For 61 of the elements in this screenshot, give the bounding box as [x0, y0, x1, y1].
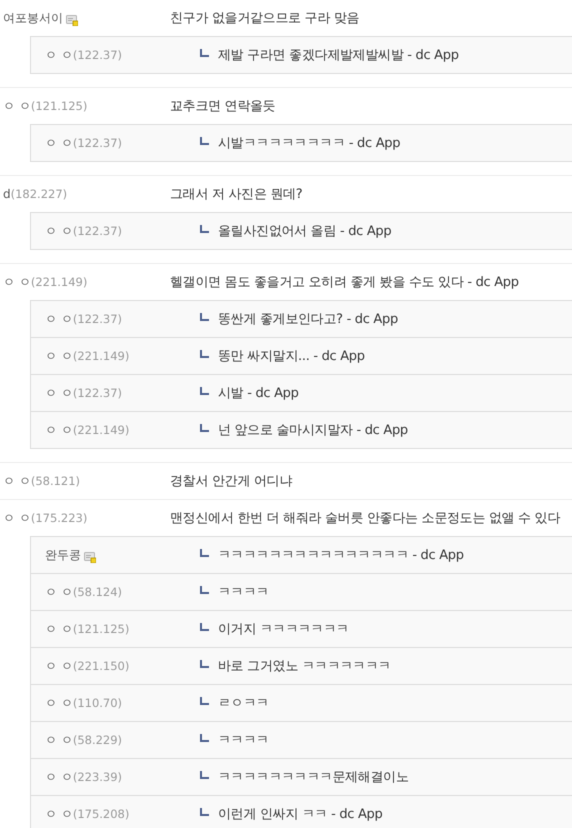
ip-address: (221.149): [72, 349, 130, 363]
ip-address: (110.70): [72, 696, 122, 710]
ip-address: (223.39): [72, 770, 122, 784]
author-nickname: 여포봉서이: [3, 10, 63, 26]
reply-text: ㅋㅋㅋㅋㅋㅋㅋㅋㅋㅋㅋㅋㅋㅋㅋ - dc App: [218, 547, 464, 564]
ip-address: (58.121): [30, 474, 80, 488]
comment-text: 맨정신에서 한번 더 해줘라 술버릇 안좋다는 소문정도는 없앨 수 있다: [170, 510, 560, 527]
author-nickname: ㅇ ㅇ: [45, 806, 73, 822]
reply-text: 올릴사진없어서 올림 - dc App: [218, 223, 392, 240]
comment-text: 경찰서 안간게 어디냐: [170, 473, 292, 490]
ip-address: (122.37): [72, 48, 122, 62]
ip-address: (122.37): [72, 136, 122, 150]
comment-text: 헬갤이면 몸도 좋을거고 오히려 좋게 봤을 수도 있다 - dc App: [170, 274, 519, 291]
comment-text: 친구가 없을거같으므로 구라 맞음: [170, 10, 360, 27]
reply-text: ㅋㅋㅋㅋㅋㅋㅋㅋㅋ문제해결이노: [218, 769, 409, 786]
ip-address: (121.125): [72, 622, 130, 636]
author-nickname: ㅇ ㅇ: [3, 98, 31, 114]
ip-address: (221.150): [72, 659, 130, 673]
ip-address: (221.149): [72, 423, 130, 437]
author-nickname: ㅇ ㅇ: [3, 472, 31, 490]
ip-address: (122.37): [72, 224, 122, 238]
author-nickname: ㅇ ㅇ: [45, 384, 73, 402]
reply-text: ㅋㅋㅋㅋ: [218, 732, 269, 749]
ip-address: (175.223): [30, 511, 88, 525]
author-nickname: ㅇ ㅇ: [45, 658, 73, 674]
comment-text: 꾜추크면 연락올듯: [170, 98, 276, 115]
ip-address: (122.37): [72, 386, 122, 400]
reply-text: 바로 그거였노 ㅋㅋㅋㅋㅋㅋㅋ: [218, 658, 391, 675]
ip-address: (175.208): [72, 807, 130, 821]
author-nickname: ㅇ ㅇ: [45, 310, 73, 328]
reply-text: 넌 앞으로 술마시지말자 - dc App: [218, 422, 408, 439]
author-nickname: ㅇ ㅇ: [45, 134, 73, 152]
author-nickname: d: [3, 187, 11, 201]
author-nickname: ㅇ ㅇ: [3, 274, 31, 290]
author-nickname: ㅇ ㅇ: [45, 222, 73, 240]
author-nickname: 완두콩: [45, 546, 81, 564]
reply-text: 시발 - dc App: [218, 385, 299, 402]
reply-text: ㄹㅇㅋㅋ: [218, 695, 269, 712]
author-nickname: ㅇ ㅇ: [45, 768, 73, 786]
author-nickname: ㅇ ㅇ: [45, 620, 73, 638]
reply-text: 이런게 인싸지 ㅋㅋ - dc App: [218, 806, 382, 823]
comment-text: 그래서 저 사진은 뭔데?: [170, 186, 302, 203]
ip-address: (121.125): [30, 99, 88, 113]
reply-text: ㅋㅋㅋㅋ: [218, 584, 269, 601]
reply-text: 똥싼게 좋게보인다고? - dc App: [218, 311, 398, 328]
reply-text: 똥만 싸지말지... - dc App: [218, 348, 365, 365]
ip-address: (182.227): [10, 187, 68, 201]
ip-address: (58.229): [72, 733, 122, 747]
reply-text: 시발ㅋㅋㅋㅋㅋㅋㅋㅋ - dc App: [218, 135, 400, 152]
author-nickname: ㅇ ㅇ: [45, 422, 73, 438]
author-nickname: ㅇ ㅇ: [45, 348, 73, 364]
ip-address: (221.149): [30, 275, 88, 289]
reply-text: 제발 구라면 좋겠다제발제발씨발 - dc App: [218, 47, 459, 64]
ip-address: (122.37): [72, 312, 122, 326]
author-nickname: ㅇ ㅇ: [45, 694, 73, 712]
author-nickname: ㅇ ㅇ: [45, 46, 73, 64]
author-nickname: ㅇ ㅇ: [3, 510, 31, 526]
ip-address: (58.124): [72, 585, 122, 599]
reply-text: 이거지 ㅋㅋㅋㅋㅋㅋㅋ: [218, 621, 349, 638]
author-nickname: ㅇ ㅇ: [45, 732, 73, 748]
author-nickname: ㅇ ㅇ: [45, 584, 73, 600]
